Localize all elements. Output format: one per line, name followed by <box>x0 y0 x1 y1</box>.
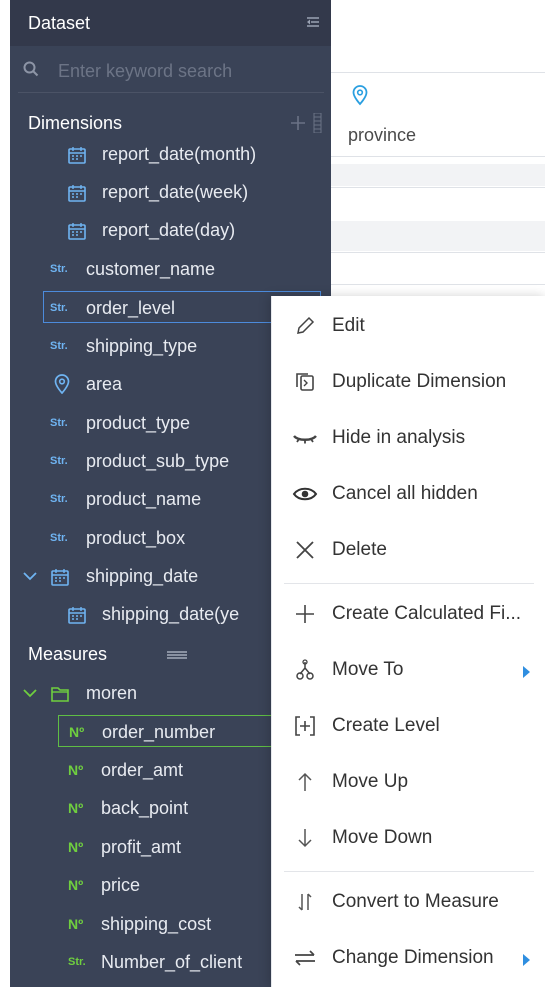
measure-label: order_number <box>102 722 216 742</box>
measure-label: shipping_cost <box>101 914 212 934</box>
dimension-item[interactable]: report_date(day) <box>65 214 315 246</box>
dimension-label: report_date(week) <box>102 182 249 202</box>
string-type-badge: Str. <box>50 455 68 467</box>
canvas-divider <box>331 72 545 73</box>
calendar-icon <box>68 185 86 202</box>
calendar-icon <box>68 223 86 240</box>
dimension-item[interactable]: report_date(week) <box>65 176 315 208</box>
string-type-badge: Str. <box>50 302 68 314</box>
dataset-title: Dataset <box>28 13 91 33</box>
plus-icon <box>296 605 314 623</box>
dimension-label: report_date(day) <box>102 220 236 240</box>
string-type-badge: Str. <box>50 417 68 429</box>
dimension-label: shipping_date(ye <box>102 604 240 624</box>
convert-arrows-icon <box>298 893 312 911</box>
measure-label: profit_amt <box>101 837 182 857</box>
measure-label: order_amt <box>101 760 184 780</box>
measure-label: price <box>101 875 141 895</box>
dimension-label: report_date(month) <box>102 144 257 164</box>
dimension-label: product_type <box>86 413 191 433</box>
edit-pencil-icon <box>297 316 315 334</box>
calendar-icon <box>68 607 86 624</box>
number-type-badge: Nº <box>68 916 84 932</box>
search-divider <box>18 92 324 93</box>
menu-item-delete[interactable]: Delete <box>272 525 545 573</box>
number-type-badge: Nº <box>69 724 85 740</box>
number-type-badge: Nº <box>68 800 84 816</box>
dimension-label: order_level <box>86 298 176 318</box>
number-type-badge: Nº <box>68 839 84 855</box>
dimension-label: shipping_date <box>86 566 199 586</box>
collapse-panel-icon[interactable] <box>305 14 321 30</box>
dimension-label: product_sub_type <box>86 451 230 471</box>
string-type-badge: Str. <box>50 493 68 505</box>
location-pin-icon <box>352 85 368 106</box>
dimension-item[interactable]: Str. customer_name <box>50 253 320 285</box>
swap-arrows-icon <box>295 950 315 966</box>
menu-item-duplicate[interactable]: Duplicate Dimension <box>272 357 545 405</box>
close-x-icon <box>296 541 314 559</box>
string-type-badge: Str. <box>50 263 68 275</box>
menu-item-change-dimension[interactable]: Change Dimension <box>272 933 545 981</box>
dimension-item[interactable]: report_date(month) <box>65 138 315 170</box>
menu-item-convert-to-measure[interactable]: Convert to Measure <box>272 877 545 925</box>
menu-item-create-level[interactable]: Create Level <box>272 701 545 749</box>
table-row <box>331 164 545 186</box>
search-icon <box>23 61 39 77</box>
measure-folder-label: moren <box>86 683 138 703</box>
move-to-icon <box>296 659 314 680</box>
menu-divider <box>284 871 534 872</box>
dimension-label: product_box <box>86 528 186 548</box>
dimensions-heading: Dimensions <box>28 113 123 133</box>
measures-menu-icon[interactable] <box>166 650 188 660</box>
add-dimension-icon[interactable] <box>290 113 324 133</box>
submenu-arrow-icon <box>523 954 530 966</box>
chevron-down-icon[interactable] <box>22 569 38 583</box>
measure-label: Number_of_client <box>101 952 243 972</box>
canvas-divider <box>331 252 545 253</box>
table-row <box>331 221 545 251</box>
eye-icon <box>292 487 318 501</box>
string-type-badge: Str. <box>68 956 86 968</box>
location-pin-icon <box>54 374 70 394</box>
menu-divider <box>284 583 534 584</box>
number-type-badge: Nº <box>68 762 84 778</box>
canvas-divider <box>331 284 545 285</box>
dimension-label: customer_name <box>86 259 216 279</box>
menu-item-move-to[interactable]: Move To <box>272 645 545 693</box>
menu-item-cancel-hidden[interactable]: Cancel all hidden <box>272 469 545 517</box>
folder-icon <box>51 687 69 702</box>
menu-item-create-calculated-field[interactable]: Create Calculated Fi... <box>272 589 545 637</box>
string-type-badge: Str. <box>50 532 68 544</box>
dimension-label: shipping_type <box>86 336 198 356</box>
create-level-icon <box>295 716 315 736</box>
calendar-icon <box>51 569 69 586</box>
menu-item-move-down[interactable]: Move Down <box>272 813 545 861</box>
dataset-header: Dataset <box>10 0 331 46</box>
arrow-up-icon <box>298 772 312 791</box>
search-box[interactable] <box>20 52 321 88</box>
dimension-label: area <box>86 374 123 394</box>
menu-item-edit[interactable]: Edit <box>272 301 545 349</box>
measure-label: back_point <box>101 798 189 818</box>
hide-eye-closed-icon <box>293 435 317 444</box>
menu-item-hide[interactable]: Hide in analysis <box>272 413 545 461</box>
dimension-label: product_name <box>86 489 202 509</box>
context-menu: Edit Duplicate Dimension Hide in analysi… <box>271 296 545 987</box>
calendar-icon <box>68 147 86 164</box>
field-header-province[interactable]: province <box>348 125 416 146</box>
string-type-badge: Str. <box>50 340 68 352</box>
canvas-divider <box>331 156 545 157</box>
chevron-down-icon[interactable] <box>22 686 38 700</box>
menu-item-move-up[interactable]: Move Up <box>272 757 545 805</box>
duplicate-icon <box>296 373 314 391</box>
number-type-badge: Nº <box>68 877 84 893</box>
submenu-arrow-icon <box>523 666 530 678</box>
search-input[interactable] <box>56 57 310 85</box>
measures-heading: Measures <box>28 644 108 664</box>
arrow-down-icon <box>298 829 312 848</box>
canvas-divider <box>331 187 545 188</box>
